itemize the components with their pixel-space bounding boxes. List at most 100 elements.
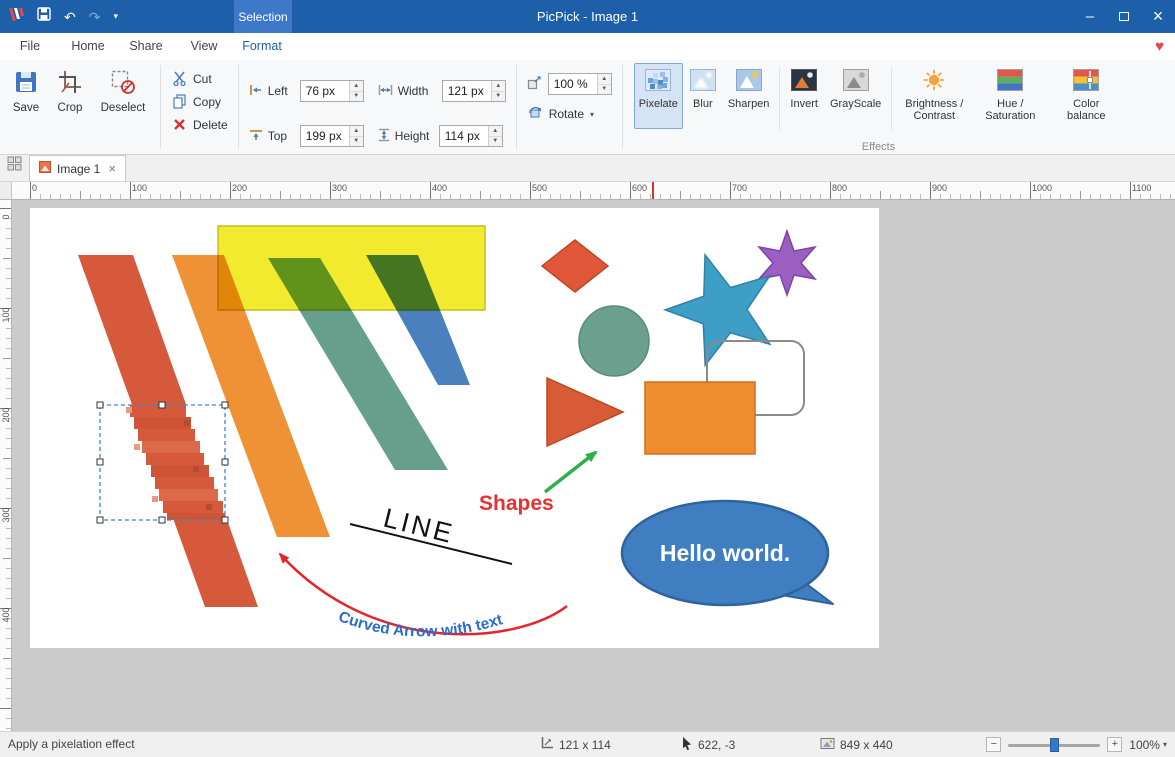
group-separator [238, 65, 239, 149]
close-icon: × [1153, 6, 1164, 27]
deselect-icon [110, 69, 136, 98]
effect-label: Pixelate [639, 98, 678, 111]
ruler-label: 500 [532, 183, 547, 193]
window-title: PicPick - Image 1 [0, 0, 1175, 33]
effect-grayscale-button[interactable]: GrayScale [825, 63, 886, 129]
zoom-slider[interactable] [1008, 737, 1100, 753]
canvas-viewport[interactable]: Shapes LINE Curved Arrow with text Hello… [12, 200, 1175, 731]
top-field-row: Top 199 px ▲ ▼ [249, 125, 364, 147]
width-value[interactable]: 121 px [443, 81, 491, 101]
qat-menu-icon[interactable]: ▾ [113, 12, 118, 21]
top-spinbox[interactable]: 199 px ▲ ▼ [300, 125, 364, 147]
ribbon: Save Crop [0, 60, 1175, 155]
step-up-button[interactable]: ▲ [350, 126, 363, 137]
cursor-position-value: 622, -3 [698, 738, 735, 752]
thumbnail-view-icon[interactable] [7, 156, 22, 176]
rotate-dropdown[interactable]: Rotate ▾ [527, 105, 612, 123]
zoom-out-button[interactable]: − [986, 737, 1001, 752]
effect-sharpen-button[interactable]: Sharpen [723, 63, 775, 129]
step-up-button[interactable]: ▲ [598, 74, 611, 85]
crop-button[interactable]: Crop [48, 60, 92, 154]
step-down-button[interactable]: ▼ [489, 137, 502, 147]
redo-icon[interactable]: ↷ [89, 10, 101, 24]
chevron-down-icon: ▼ [495, 93, 501, 99]
effect-hue-saturation-button[interactable]: Hue / Saturation [973, 63, 1047, 129]
undo-icon[interactable]: ↶ [64, 10, 76, 24]
app-logo-icon [8, 7, 24, 27]
pixelate-icon [645, 69, 671, 95]
step-up-button[interactable]: ▲ [350, 81, 363, 92]
effects-group-caption: Effects [625, 141, 1133, 153]
tab-close-icon[interactable]: × [108, 162, 116, 175]
deselect-button[interactable]: Deselect [92, 60, 154, 154]
effect-brightness-contrast-button[interactable]: Brightness / Contrast [897, 63, 971, 129]
step-up-button[interactable]: ▲ [489, 126, 502, 137]
effects-separator [891, 67, 892, 130]
yellow-highlight-rect[interactable] [218, 226, 485, 310]
deselect-label: Deselect [101, 102, 146, 114]
width-spinbox[interactable]: 121 px ▲ ▼ [442, 80, 506, 102]
minimize-button[interactable]: – [1073, 0, 1107, 33]
invert-icon [791, 69, 817, 95]
effect-invert-button[interactable]: Invert [785, 63, 823, 129]
zoom-level-dropdown[interactable]: 100% ▾ [1129, 738, 1167, 752]
effect-label: Blur [693, 98, 713, 111]
ruler-label: 200 [232, 183, 247, 193]
save-icon[interactable] [37, 7, 51, 26]
zoom-slider-handle[interactable] [1050, 738, 1059, 752]
grayscale-icon [843, 69, 869, 95]
circle-shape[interactable] [579, 306, 649, 376]
ruler-label: 1000 [1032, 183, 1052, 193]
chevron-up-icon: ▲ [353, 128, 359, 134]
canvas[interactable]: Shapes LINE Curved Arrow with text Hello… [30, 208, 879, 648]
zoom-in-button[interactable]: + [1107, 737, 1122, 752]
status-message: Apply a pixelation effect [8, 732, 135, 757]
height-spinbox[interactable]: 114 px ▲ ▼ [439, 125, 503, 147]
effects-separator [779, 67, 780, 130]
tab-home[interactable]: Home [60, 33, 116, 60]
step-down-button[interactable]: ▼ [492, 92, 505, 102]
copy-button[interactable]: Copy [171, 92, 228, 111]
document-tab-image1[interactable]: Image 1 × [29, 155, 126, 181]
ribbon-tab-row: File Home Share View Format ♥ [0, 33, 1175, 60]
delete-button[interactable]: Delete [171, 115, 228, 134]
cut-button[interactable]: Cut [171, 69, 228, 88]
tab-format[interactable]: Format [234, 33, 290, 60]
left-value[interactable]: 76 px [301, 81, 349, 101]
effect-color-balance-button[interactable]: Color balance [1049, 63, 1123, 129]
height-stepper: ▲ ▼ [488, 126, 502, 146]
shapes-label[interactable]: Shapes [479, 492, 554, 515]
heart-icon[interactable]: ♥ [1155, 33, 1164, 60]
effect-blur-button[interactable]: Blur [685, 63, 721, 129]
step-down-button[interactable]: ▼ [350, 92, 363, 102]
effect-label: Sharpen [728, 98, 770, 111]
step-down-button[interactable]: ▼ [598, 85, 611, 95]
top-value[interactable]: 199 px [301, 126, 349, 146]
step-down-button[interactable]: ▼ [350, 137, 363, 147]
color-balance-icon [1073, 69, 1099, 95]
chevron-down-icon: ▼ [353, 138, 359, 144]
tab-file[interactable]: File [2, 33, 58, 60]
scale-value[interactable]: 100 % [549, 74, 597, 94]
close-button[interactable]: × [1141, 0, 1175, 33]
orange-rect-shape[interactable] [645, 382, 755, 454]
top-stepper: ▲ ▼ [349, 126, 363, 146]
ruler-label: 900 [932, 183, 947, 193]
maximize-button[interactable] [1107, 0, 1141, 33]
ruler-label: 0 [1, 207, 11, 227]
save-icon [13, 69, 39, 98]
effect-label: Brightness / Contrast [902, 98, 966, 123]
scale-icon [527, 75, 542, 93]
tab-share[interactable]: Share [118, 33, 174, 60]
effect-pixelate-button[interactable]: Pixelate [634, 63, 683, 129]
scale-spinbox[interactable]: 100 % ▲ ▼ [548, 73, 612, 95]
tab-view[interactable]: View [176, 33, 232, 60]
height-value[interactable]: 114 px [440, 126, 488, 146]
step-up-button[interactable]: ▲ [492, 81, 505, 92]
save-button[interactable]: Save [4, 60, 48, 154]
sharpen-icon [736, 69, 762, 95]
picpick-window: ↶ ↷ ▾ PicPick - Image 1 Selection – × Fi… [0, 0, 1175, 757]
width-icon [378, 84, 393, 99]
cut-icon [171, 71, 188, 86]
left-spinbox[interactable]: 76 px ▲ ▼ [300, 80, 364, 102]
